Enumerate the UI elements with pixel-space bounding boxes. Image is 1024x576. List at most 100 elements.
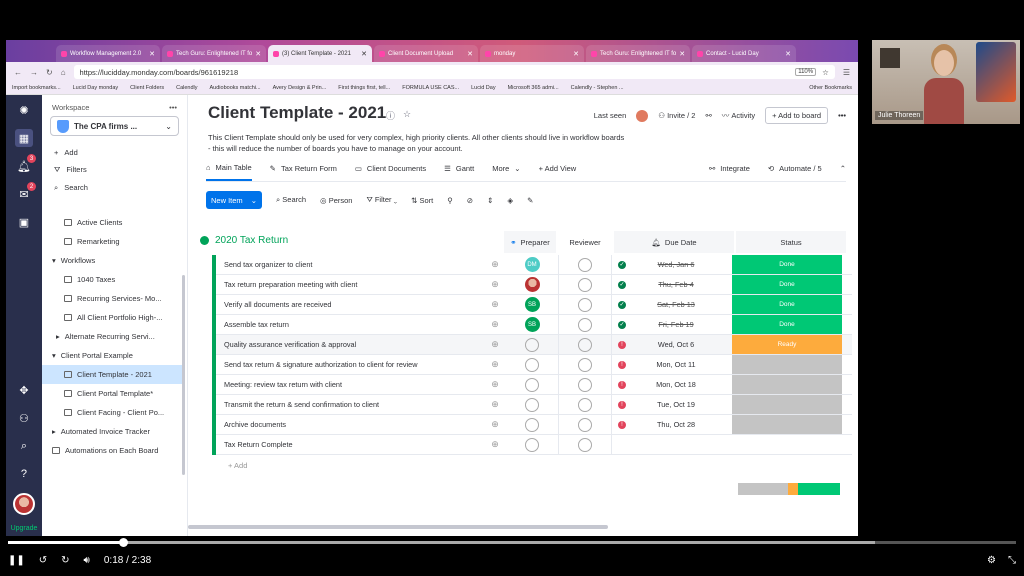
preparer-cell[interactable]: SB	[506, 317, 558, 332]
add-update-icon[interactable]: ⊕	[484, 399, 506, 410]
preparer-cell[interactable]	[506, 417, 558, 432]
horizontal-scrollbar[interactable]	[188, 525, 608, 529]
close-icon[interactable]: ✕	[679, 50, 685, 58]
add-to-board-button[interactable]: + Add to board	[765, 107, 829, 124]
sidebar-item[interactable]: Client Portal Template*	[42, 384, 188, 403]
activity-button[interactable]: 〰 Activity	[722, 110, 755, 121]
reload-icon[interactable]: ↻	[46, 68, 53, 77]
tab-main-table[interactable]: ⌂ Main Table	[206, 156, 252, 181]
preparer-cell[interactable]	[506, 277, 558, 292]
tab-tax-return-form[interactable]: ✎ Tax Return Form	[270, 156, 337, 181]
sidebar-item[interactable]: Automations on Each Board	[42, 441, 188, 460]
due-date-cell[interactable]: ✓ Thu, Feb 4	[612, 280, 732, 289]
due-date-cell[interactable]: ✓ Sat, Feb 13	[612, 300, 732, 309]
zoom-level[interactable]: 110%	[795, 68, 817, 76]
due-date-cell[interactable]: ✓ Fri, Feb 19	[612, 320, 732, 329]
sidebar-search[interactable]: ⌕ Search	[42, 179, 187, 197]
sidebar-item[interactable]: Client Facing - Client Po...	[42, 403, 188, 422]
invite-button[interactable]: ⚇ Invite / 2	[658, 111, 695, 120]
status-cell[interactable]: Done	[732, 255, 842, 274]
collapse-header-button[interactable]: ⌃	[840, 164, 846, 173]
preparer-cell[interactable]	[506, 437, 558, 452]
table-row[interactable]: Meeting: review tax return with client ⊕!…	[212, 374, 852, 395]
table-row[interactable]: Tax return preparation meeting with clie…	[212, 274, 852, 295]
status-cell[interactable]	[732, 395, 842, 414]
avatar[interactable]	[636, 109, 649, 122]
sidebar-folder[interactable]: ▸ Alternate Recurring Servi...	[42, 327, 188, 346]
table-row[interactable]: Send tax organizer to client ⊕ DM ✓ Wed, Jan…	[212, 254, 852, 275]
add-update-icon[interactable]: ⊕	[484, 419, 506, 430]
close-icon[interactable]: ✕	[149, 50, 155, 58]
table-row[interactable]: Tax Return Complete ⊕	[212, 434, 852, 455]
reviewer-cell[interactable]	[558, 295, 612, 314]
settings-gear-icon[interactable]: ⚙	[987, 555, 996, 566]
sidebar-item-selected[interactable]: Client Template - 2021	[42, 365, 184, 384]
add-update-icon[interactable]: ⊕	[484, 259, 506, 270]
edit-icon[interactable]: ✎	[527, 196, 533, 205]
column-header-reviewer[interactable]: Reviewer	[558, 231, 612, 253]
bookmark[interactable]: Lucid Day monday	[73, 85, 119, 91]
reviewer-cell[interactable]	[558, 255, 612, 274]
sidebar-item[interactable]: Remarketing	[42, 232, 188, 251]
integrate-button[interactable]: ⚯ Integrate	[709, 164, 750, 173]
bookmark[interactable]: Calendly - Stephen ...	[571, 85, 624, 91]
invite-members-icon[interactable]: ⚇	[15, 409, 33, 427]
status-cell[interactable]	[732, 415, 842, 434]
reviewer-cell[interactable]	[558, 435, 612, 454]
sidebar-item[interactable]: All Client Portfolio High-...	[42, 308, 188, 327]
bookmark[interactable]: Audiobooks matchi...	[210, 85, 261, 91]
search-icon[interactable]: ⌕	[15, 437, 33, 455]
rewind-10-icon[interactable]: ↺	[39, 555, 47, 566]
status-cell[interactable]: Done	[732, 295, 842, 314]
preparer-cell[interactable]: SB	[506, 297, 558, 312]
status-cell[interactable]	[732, 375, 842, 394]
status-cell[interactable]	[732, 435, 842, 454]
integrations-icon[interactable]: ⚯	[705, 111, 711, 120]
add-view-button[interactable]: + Add View	[539, 156, 577, 181]
table-row[interactable]: Assemble tax return ⊕ SB ✓ Fri, Feb 19 Done	[212, 314, 852, 335]
exit-fullscreen-icon[interactable]: ⤡	[1008, 555, 1016, 566]
table-row[interactable]: Verify all documents are received ⊕ SB ✓ Sat…	[212, 294, 852, 315]
reviewer-cell[interactable]	[558, 315, 612, 334]
preparer-cell[interactable]	[506, 337, 558, 352]
last-seen[interactable]: Last seen	[594, 111, 627, 120]
column-header-status[interactable]: Status	[736, 231, 846, 253]
reviewer-cell[interactable]	[558, 375, 612, 394]
add-update-icon[interactable]: ⊕	[484, 299, 506, 310]
tab-gantt[interactable]: ☰ Gantt	[444, 156, 474, 181]
preparer-cell[interactable]	[506, 357, 558, 372]
new-item-button[interactable]: New Item ⌄	[206, 191, 262, 209]
close-icon[interactable]: ✕	[255, 50, 261, 58]
reviewer-cell[interactable]	[558, 335, 612, 354]
reviewer-cell[interactable]	[558, 355, 612, 374]
due-date-cell[interactable]: ! Thu, Oct 28	[612, 420, 732, 429]
home-icon[interactable]: ⌂	[61, 68, 66, 77]
browser-tab[interactable]: Workflow Management 2.0 ✕	[56, 45, 160, 62]
item-name[interactable]: Assemble tax return	[216, 320, 484, 329]
more-icon[interactable]: •••	[169, 103, 177, 112]
group-header[interactable]: 2020 Tax Return	[200, 235, 288, 246]
item-name[interactable]: Verify all documents are received	[216, 300, 484, 309]
scrubber-handle[interactable]	[118, 538, 128, 547]
star-icon[interactable]: ☆	[822, 68, 829, 77]
add-update-icon[interactable]: ⊕	[484, 379, 506, 390]
bell-icon[interactable]: 🔔︎ 3	[15, 154, 36, 175]
calendar-icon[interactable]: ▣	[15, 213, 33, 231]
due-date-cell[interactable]: ! Tue, Oct 19	[612, 400, 732, 409]
status-cell[interactable]: Ready	[732, 335, 842, 354]
sidebar-folder[interactable]: ▸ Automated Invoice Tracker	[42, 422, 188, 441]
upgrade-link[interactable]: Upgrade	[11, 525, 38, 532]
bookmark[interactable]: First things first, tell...	[338, 85, 390, 91]
add-button[interactable]: + Add	[42, 144, 187, 161]
table-row[interactable]: Send tax return & signature authorizatio…	[212, 354, 852, 375]
add-update-icon[interactable]: ⊕	[484, 339, 506, 350]
bookmark[interactable]: Calendly	[176, 85, 197, 91]
bookmark[interactable]: FORMULA USE CAS...	[402, 85, 459, 91]
bookmark[interactable]: Lucid Day	[471, 85, 495, 91]
pin-icon[interactable]: ⚲	[447, 196, 453, 205]
browser-tab[interactable]: Client Document Upload ✕	[374, 45, 478, 62]
due-date-cell[interactable]: ✓ Wed, Jan 6	[612, 260, 732, 269]
inbox-icon[interactable]: ✉ 2	[15, 182, 36, 203]
table-row[interactable]: Transmit the return & send confirmation …	[212, 394, 852, 415]
sidebar-item[interactable]: 1040 Taxes	[42, 270, 188, 289]
